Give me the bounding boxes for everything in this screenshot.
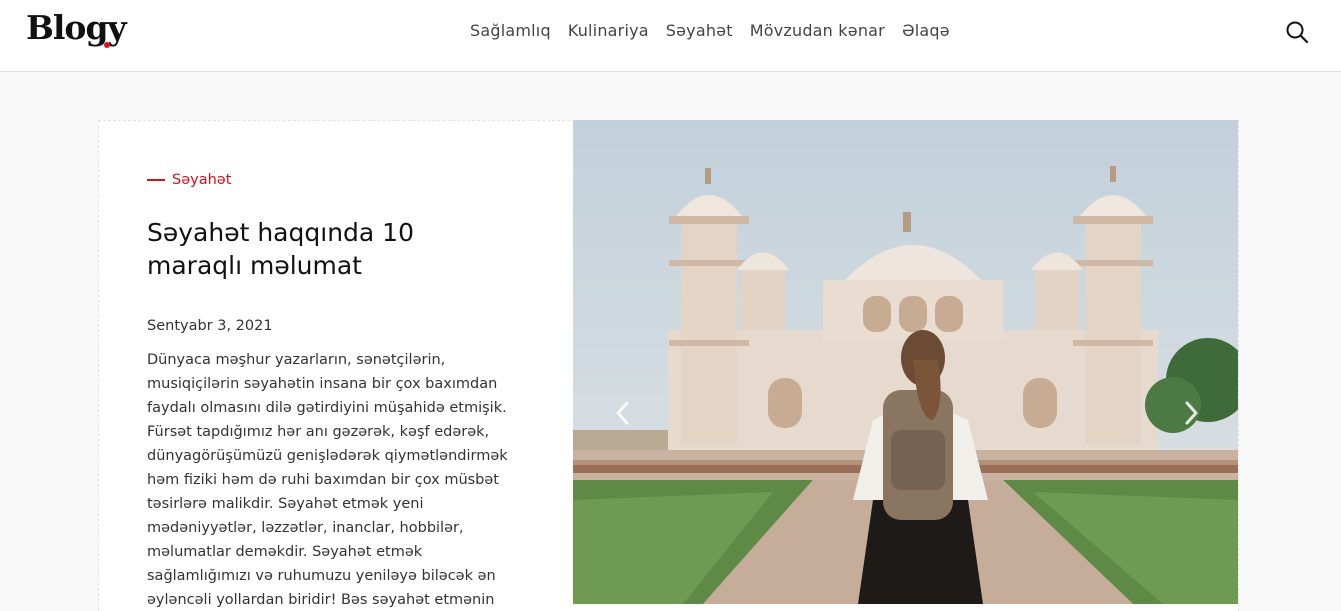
- post-date: Sentyabr 3, 2021: [147, 318, 273, 334]
- post-excerpt: Dünyaca məşhur yazarların, sənətçilərin,…: [147, 352, 508, 608]
- chevron-left-icon[interactable]: [612, 398, 634, 428]
- post-title[interactable]: Səyahət haqqında 10 maraqlı məlumat: [147, 216, 507, 282]
- search-icon[interactable]: [1285, 20, 1309, 44]
- chevron-right-icon[interactable]: [1180, 398, 1202, 428]
- site-header: Blogy Sağlamlıq Kulinariya Səyahət Mövzu…: [0, 0, 1341, 72]
- post-hero-image[interactable]: [573, 120, 1238, 604]
- nav-item-saglamliq[interactable]: Sağlamlıq: [470, 20, 551, 42]
- nav-item-kulinariya[interactable]: Kulinariya: [568, 20, 649, 42]
- site-logo[interactable]: Blogy: [26, 8, 127, 47]
- nav-item-elaqe[interactable]: Əlaqə: [902, 20, 950, 42]
- main-nav: Sağlamlıq Kulinariya Səyahət Mövzudan kə…: [470, 20, 950, 42]
- nav-item-movzudan-kenar[interactable]: Mövzudan kənar: [750, 20, 885, 42]
- post-category-label[interactable]: Səyahət: [172, 172, 231, 188]
- logo-dot: [104, 42, 110, 48]
- category-line: [147, 179, 165, 181]
- nav-item-seyahet[interactable]: Səyahət: [666, 20, 733, 42]
- post-category[interactable]: Səyahət: [147, 172, 231, 188]
